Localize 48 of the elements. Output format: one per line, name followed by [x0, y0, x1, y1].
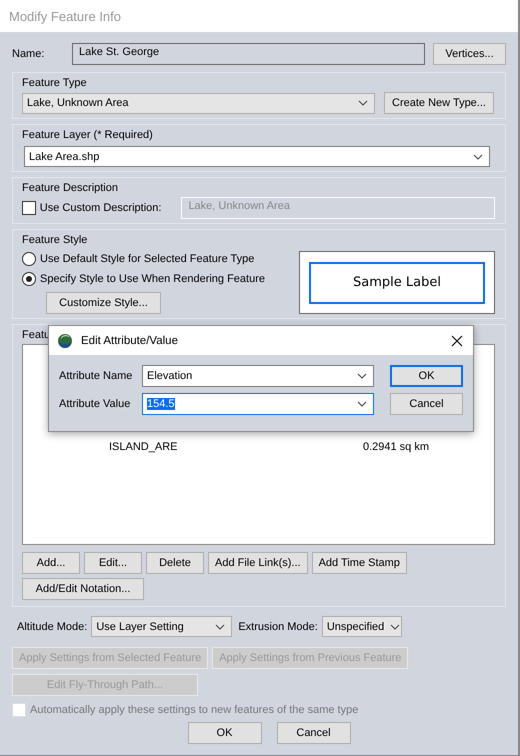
- attribute-button[interactable]: Add File Link(s)...: [208, 552, 308, 574]
- window-title: Modify Feature Info: [9, 8, 121, 24]
- dialog-button[interactable]: OK: [390, 365, 463, 387]
- radio-label: Specify Style to Use When Rendering Feature: [40, 273, 266, 285]
- radio-button[interactable]: [22, 252, 36, 266]
- attribute-button[interactable]: Add...: [22, 552, 80, 574]
- extrusion-mode-label: Extrusion Mode:: [238, 620, 318, 632]
- dialog-title: Edit Attribute/Value: [81, 334, 179, 346]
- customize-style-button[interactable]: Customize Style...: [46, 292, 161, 314]
- altitude-mode-dropdown[interactable]: Use Layer Setting: [91, 616, 232, 637]
- group-title: Feature Style: [22, 233, 88, 247]
- radio-label: Use Default Style for Selected Feature Type: [40, 253, 254, 265]
- feature-layer-dropdown[interactable]: Lake Area.shp: [24, 146, 490, 167]
- field-label: Attribute Name: [59, 370, 134, 382]
- attribute-value[interactable]: 0.2941 sq km: [284, 441, 429, 453]
- dialog-button[interactable]: Cancel: [390, 393, 463, 415]
- name-field[interactable]: Lake St. George: [72, 43, 425, 65]
- chevron-icon: [473, 154, 483, 160]
- close-icon[interactable]: [451, 334, 463, 346]
- notation-button[interactable]: Add/Edit Notation...: [22, 578, 144, 600]
- checkbox-label: Automatically apply these settings to new features of the same type: [30, 704, 358, 716]
- chevron-icon: [390, 624, 400, 630]
- attribute-button[interactable]: Add Time Stamp: [312, 552, 407, 574]
- dialog-button[interactable]: Cancel: [276, 722, 350, 744]
- feature-type-dropdown[interactable]: Lake, Unknown Area: [22, 92, 375, 114]
- checkbox-label: Use Custom Description:: [40, 202, 162, 214]
- field-label: Attribute Value: [59, 398, 132, 410]
- dialog-button[interactable]: OK: [188, 722, 262, 744]
- altitude-mode-label: Altitude Mode:: [17, 620, 88, 632]
- globe-logo-icon: [57, 332, 73, 348]
- name-label: Name:: [12, 48, 46, 60]
- radio-button[interactable]: [22, 272, 36, 286]
- chevron-icon: [358, 100, 368, 106]
- group-title: Feature Description: [22, 181, 118, 195]
- vertices-button[interactable]: Vertices...: [433, 43, 506, 65]
- group-title: Feature Type: [22, 76, 87, 90]
- attribute-name[interactable]: ISLAND_ARE: [109, 441, 284, 453]
- attribute-button[interactable]: Edit...: [84, 552, 142, 574]
- sample-label: Sample Label: [309, 262, 485, 304]
- create-type-button[interactable]: Create New Type...: [384, 92, 494, 114]
- attribute-combo[interactable]: Elevation: [142, 365, 374, 387]
- group-title: Feature Layer (* Required): [22, 128, 153, 142]
- attribute-button[interactable]: Delete: [146, 552, 204, 574]
- chevron-icon: [357, 401, 367, 407]
- chevron-icon: [357, 373, 367, 379]
- chevron-icon: [215, 624, 226, 630]
- extrusion-mode-dropdown[interactable]: Unspecified: [322, 616, 402, 637]
- attribute-combo[interactable]: 154.5: [142, 393, 374, 415]
